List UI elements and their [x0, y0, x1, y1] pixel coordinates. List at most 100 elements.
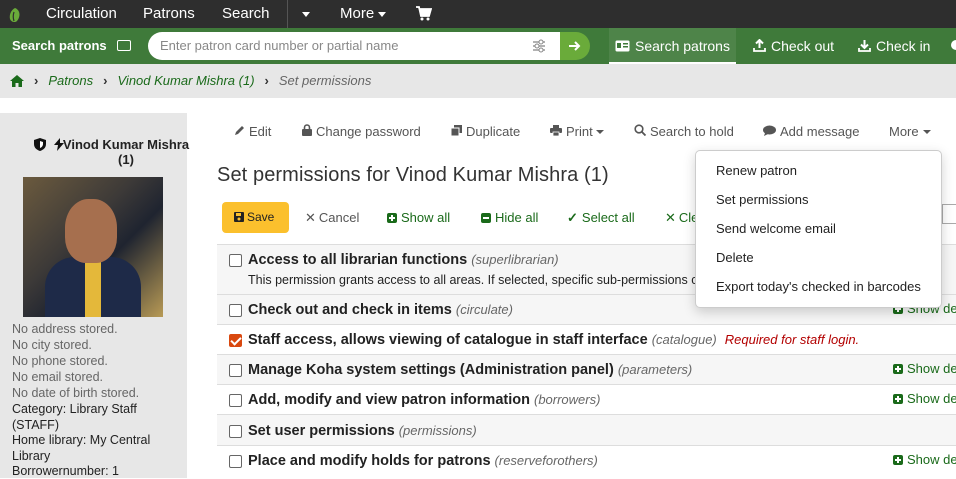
- breadcrumb-patron-name[interactable]: Vinod Kumar Mishra (1): [118, 73, 255, 88]
- hide-all-link[interactable]: Hide all: [481, 202, 538, 233]
- breadcrumb-separator: ›: [34, 73, 39, 88]
- permission-title: Place and modify holds for patrons (rese…: [248, 453, 598, 469]
- hide-all-label: Hide all: [495, 210, 539, 225]
- plus-square-icon: [893, 455, 903, 465]
- search-options-toggle[interactable]: [298, 0, 310, 28]
- page-title: Set permissions for Vinod Kumar Mishra (…: [217, 164, 609, 186]
- patron-dob: No date of birth stored.: [12, 386, 140, 400]
- print-dropdown[interactable]: Print: [550, 124, 604, 139]
- home-icon[interactable]: [10, 75, 24, 87]
- check-icon: ✓: [567, 210, 578, 225]
- show-details-link[interactable]: Show de: [893, 391, 956, 406]
- floppy-disk-icon: [234, 212, 244, 222]
- lock-icon: [302, 124, 312, 136]
- chevron-down-icon: [302, 11, 310, 17]
- patron-search-input[interactable]: Enter patron card number or partial name: [148, 32, 560, 60]
- cancel-label: Cancel: [318, 210, 360, 225]
- plus-square-icon: [893, 364, 903, 374]
- required-note: Required for staff login.: [724, 332, 860, 347]
- patron-home-library: Home library: My Central Library: [12, 433, 151, 463]
- permission-checkbox[interactable]: [229, 425, 242, 438]
- permission-row-permissions: Set user permissions (permissions): [217, 414, 956, 445]
- edit-label: Edit: [249, 124, 272, 139]
- permission-checkbox[interactable]: [229, 334, 242, 347]
- nav-more[interactable]: More: [340, 0, 387, 28]
- change-password-button[interactable]: Change password: [302, 124, 421, 139]
- show-all-label: Show all: [401, 210, 451, 225]
- add-message-label: Add message: [780, 124, 860, 139]
- print-label: Print: [566, 124, 593, 139]
- koha-leaf-icon[interactable]: [8, 7, 22, 23]
- show-details-link[interactable]: Show de: [893, 361, 956, 376]
- nav-circulation[interactable]: Circulation: [46, 0, 117, 28]
- chevron-down-icon: [378, 11, 387, 17]
- search-to-hold-label: Search to hold: [650, 124, 734, 139]
- nav-patrons[interactable]: Patrons: [143, 0, 195, 28]
- printer-icon: [550, 125, 562, 137]
- permission-checkbox[interactable]: [229, 394, 242, 407]
- top-navbar: Circulation Patrons Search More: [0, 0, 956, 28]
- menu-item-export-barcodes[interactable]: Export today's checked in barcodes: [716, 279, 921, 294]
- search-submit-button[interactable]: [560, 32, 590, 60]
- duplicate-button[interactable]: Duplicate: [450, 124, 520, 139]
- patron-city: No city stored.: [12, 338, 92, 352]
- select-all-link[interactable]: ✓ Select all: [567, 202, 635, 233]
- menu-item-set-permissions[interactable]: Set permissions: [716, 192, 808, 207]
- tab-check-out[interactable]: Check out: [753, 28, 834, 64]
- search-to-hold-button[interactable]: Search to hold: [634, 124, 734, 139]
- pencil-icon: [235, 126, 244, 135]
- edit-button[interactable]: Edit: [234, 124, 271, 139]
- comment-icon: [763, 125, 776, 136]
- sliders-icon[interactable]: [532, 39, 546, 53]
- show-all-link[interactable]: Show all: [387, 202, 450, 233]
- breadcrumb-patrons[interactable]: Patrons: [48, 73, 93, 88]
- nav-divider: [287, 0, 288, 28]
- arrow-right-icon: [569, 41, 581, 51]
- patron-search-bar: Search patrons Enter patron card number …: [0, 28, 956, 64]
- permission-row-borrowers: Add, modify and view patron information …: [217, 384, 956, 414]
- permission-title: Staff access, allows viewing of catalogu…: [248, 332, 860, 348]
- patron-sidebar: Vinod Kumar Mishra (1) No address stored…: [0, 113, 189, 478]
- permission-title: Check out and check in items (circulate): [248, 302, 513, 318]
- save-button[interactable]: Save: [222, 202, 289, 233]
- menu-item-send-welcome-email[interactable]: Send welcome email: [716, 221, 836, 236]
- filter-permissions-input[interactable]: [942, 204, 956, 224]
- patron-borrowernumber: Borrowernumber: 1: [12, 464, 119, 478]
- permission-title: Manage Koha system settings (Administrat…: [248, 362, 693, 378]
- tab-search-patrons[interactable]: Search patrons: [609, 28, 736, 64]
- menu-item-delete[interactable]: Delete: [716, 250, 754, 265]
- menu-item-renew-patron[interactable]: Renew patron: [716, 163, 797, 178]
- more-dropdown[interactable]: More: [889, 124, 931, 139]
- more-label: More: [889, 124, 919, 139]
- cart-icon[interactable]: [416, 6, 432, 21]
- close-icon: ✕: [305, 210, 316, 225]
- save-label: Save: [247, 210, 275, 224]
- cancel-link[interactable]: ✕ Cancel: [305, 202, 359, 233]
- minus-square-icon: [481, 213, 491, 223]
- permission-row-parameters: Manage Koha system settings (Administrat…: [217, 354, 956, 384]
- tab-more-overflow[interactable]: [950, 28, 956, 64]
- search-icon: [634, 124, 647, 137]
- tab-check-out-label: Check out: [771, 38, 835, 54]
- tab-check-in[interactable]: Check in: [858, 28, 930, 64]
- close-icon: ✕: [665, 210, 676, 225]
- permission-row-reserveforothers: Place and modify holds for patrons (rese…: [217, 445, 956, 478]
- show-details-link[interactable]: Show de: [893, 452, 956, 467]
- permission-description: This permission grants access to all are…: [248, 273, 705, 287]
- add-message-button[interactable]: Add message: [763, 124, 860, 139]
- download-icon: [858, 40, 871, 52]
- clear-all-link[interactable]: ✕ Cle: [665, 202, 698, 233]
- permission-checkbox[interactable]: [229, 304, 242, 317]
- change-password-label: Change password: [316, 124, 421, 139]
- more-dropdown-menu: Renew patron Set permissions Send welcom…: [695, 150, 942, 308]
- breadcrumb-separator: ›: [264, 73, 269, 88]
- permission-checkbox[interactable]: [229, 364, 242, 377]
- permission-checkbox[interactable]: [229, 254, 242, 267]
- copy-icon: [450, 125, 462, 137]
- permission-title: Add, modify and view patron information …: [248, 392, 601, 408]
- nav-more-label: More: [340, 5, 375, 22]
- nav-search[interactable]: Search: [222, 0, 270, 28]
- id-card-icon: [117, 40, 131, 51]
- permission-title: Set user permissions (permissions): [248, 423, 477, 439]
- permission-checkbox[interactable]: [229, 455, 242, 468]
